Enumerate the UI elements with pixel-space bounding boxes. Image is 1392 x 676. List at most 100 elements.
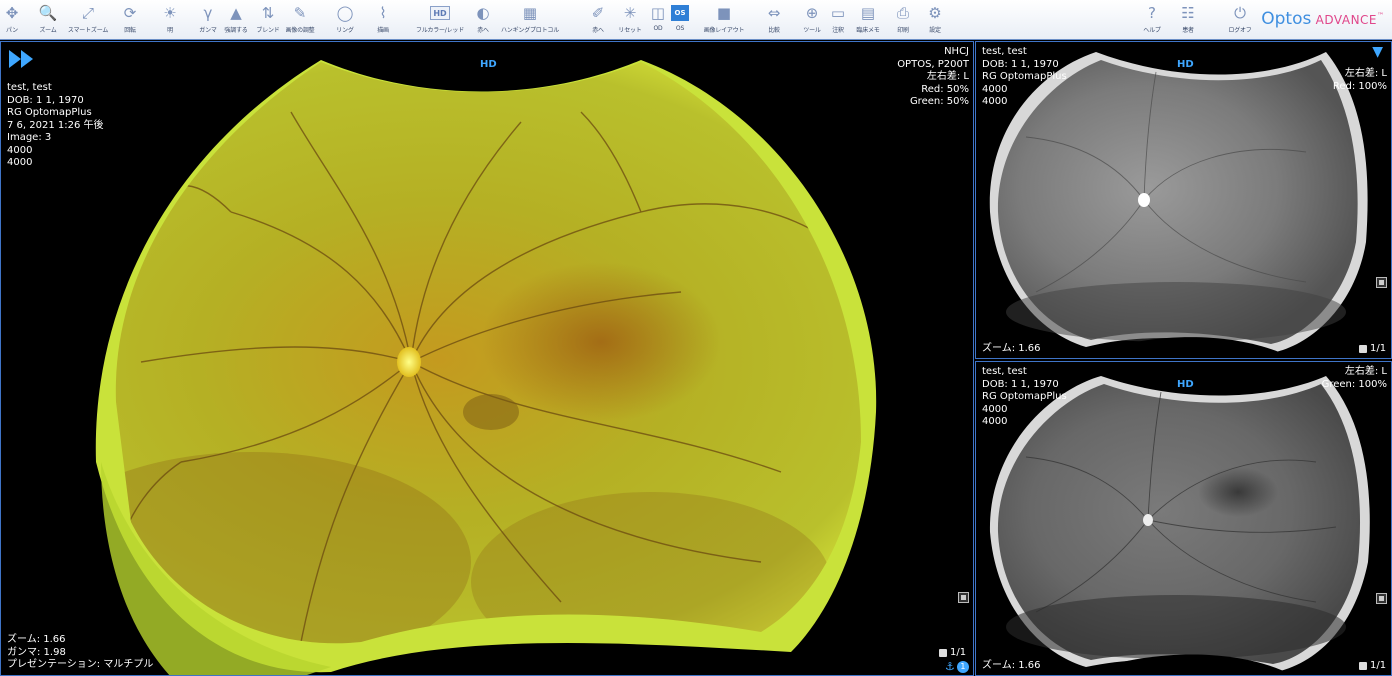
to-red-button[interactable]: ◐ 赤へ (465, 3, 501, 37)
annotate-icon: ▭ (830, 4, 846, 22)
image-options-icon[interactable] (1376, 277, 1387, 288)
pan-button[interactable]: ✥ パン (0, 3, 30, 37)
toolbar-button-label: ズーム (39, 27, 57, 34)
reset-icon: ✳ (623, 4, 637, 22)
rotate-icon: ⟳ (123, 4, 137, 22)
main-image-viewport[interactable]: HD test, test DOB: 1 1, 1970 RG OptomapPlu… (0, 41, 974, 676)
toolbar-button-label: フルカラー/レッド (415, 27, 465, 34)
hd-indicator: HD (480, 59, 497, 70)
info-line: 4000 (7, 144, 33, 156)
pan-icon: ✥ (5, 4, 19, 22)
green-channel-viewport[interactable]: HD test, test DOB: 1 1, 1970 RG OptomapPlu… (975, 361, 1392, 676)
image-info: NHCJ OPTOS, P200T 左右差: L Red: 50% Green: 50% (897, 46, 969, 109)
compare-button[interactable]: ⇔ 比較 (756, 3, 792, 37)
hanging-protocol-icon: ▦ (522, 4, 538, 22)
page-icon (1359, 661, 1367, 670)
info-line: test, test (982, 46, 1027, 57)
toolbar-button-label: 注釈 (832, 27, 844, 34)
help-button[interactable]: ? ヘルプ (1134, 3, 1170, 37)
adjust-button[interactable]: ✎ 画像の調整 (282, 3, 318, 37)
image-info: 左右差: L Green: 100% (1322, 366, 1387, 391)
info-line: 左右差: L (1344, 366, 1387, 377)
info-line: RG OptomapPlus (982, 391, 1067, 402)
toolbar-button-label: 描画 (377, 27, 389, 34)
toolbar-button-label: ブレンド (256, 27, 280, 34)
brightness-button[interactable]: ☀ 明 (152, 3, 188, 37)
toolbar-button-label: パン (6, 27, 18, 34)
info-line: 左右差: L (1344, 68, 1387, 79)
info-line: プレゼンテーション: マルチプル (7, 659, 154, 670)
info-line: 7 6, 2021 1:26 午後 (7, 119, 104, 131)
layout-button[interactable]: ■ 画像レイアウト (703, 3, 745, 37)
toolbar-button-label: リセット (618, 27, 642, 34)
next-image-icon[interactable] (9, 50, 35, 68)
print-button[interactable]: ⎙ 印刷 (885, 3, 921, 37)
patient-info: test, test DOB: 1 1, 1970 RG OptomapPlus 40… (982, 46, 1067, 109)
toolbar-button-label: 画像レイアウト (703, 27, 745, 34)
toolbar-button-label: OS (675, 25, 685, 32)
compare-icon: ⇔ (767, 4, 781, 22)
page-icon (939, 648, 947, 657)
page-indicator: 1/1 (1359, 343, 1386, 354)
info-line: DOB: 1 1, 1970 (7, 94, 84, 106)
info-line: Red: 50% (921, 83, 969, 95)
measure-icon: ✐ (591, 4, 605, 22)
brightness-icon: ☀ (163, 4, 177, 22)
info-line: 4000 (982, 403, 1008, 415)
patient-button[interactable]: ☷ 患者 (1170, 3, 1206, 37)
image-options-icon[interactable] (958, 592, 969, 603)
logoff-button[interactable]: ⏻ ログオフ (1222, 3, 1258, 37)
settings-icon: ⚙ (928, 4, 942, 22)
zoom-info: ズーム: 1.66 (982, 343, 1041, 354)
anchor-count-badge: 1 (956, 660, 969, 673)
patient-icon: ☷ (1181, 4, 1195, 22)
toolbar-button-label: 設定 (929, 27, 941, 34)
info-line: DOB: 1 1, 1970 (982, 58, 1059, 70)
layout-icon: ■ (716, 4, 732, 22)
os-button[interactable]: OS OS (662, 3, 698, 37)
info-line: DOB: 1 1, 1970 (982, 378, 1059, 390)
view-settings-info: ズーム: 1.66 ガンマ: 1.98 プレゼンテーション: マルチプル (7, 634, 153, 672)
info-line: NHCJ (944, 46, 969, 57)
zoom-button[interactable]: 🔍 ズーム (30, 3, 66, 37)
red-channel-viewport[interactable]: HD ▼ test, test DOB: 1 1, 1970 RG OptomapP… (975, 41, 1392, 359)
hd-button[interactable]: HD フルカラー/レッド (416, 3, 464, 37)
hd-icon: HD (429, 3, 451, 23)
measure-button[interactable]: ✐ 赤へ (580, 3, 616, 37)
toolbar-button-label: ヘルプ (1143, 27, 1161, 34)
info-line: Red: 100% (1332, 80, 1387, 92)
draw-button[interactable]: ⌇ 描画 (365, 3, 401, 37)
zoom-icon: 🔍 (38, 4, 58, 22)
info-line: Green: 100% (1321, 378, 1387, 390)
image-options-icon[interactable] (1376, 593, 1387, 604)
chevron-down-icon[interactable]: ▼ (1372, 44, 1383, 60)
toolbar-button-label: 印刷 (897, 27, 909, 34)
hd-badge: HD (430, 6, 450, 20)
toolbar-button-label: 臨床メモ (856, 27, 880, 34)
ring-button[interactable]: ◯ リング (327, 3, 363, 37)
draw-icon: ⌇ (379, 4, 387, 22)
anchor-button[interactable]: ⚓ 1 (945, 660, 969, 673)
enhance-button[interactable]: ▲ 強調する (218, 3, 254, 37)
toolbar-button-label: 明 (167, 27, 173, 34)
info-line: test, test (7, 82, 52, 93)
info-line: Green: 50% (909, 96, 969, 107)
info-line: RG OptomapPlus (982, 71, 1067, 82)
info-line: 4000 (7, 157, 33, 168)
smart-zoom-button[interactable]: ⤢ スマートズーム (68, 3, 108, 37)
clinical-note-button[interactable]: ▤ 臨床メモ (850, 3, 886, 37)
to-red-icon: ◐ (476, 4, 490, 22)
hd-indicator: HD (1177, 379, 1194, 390)
fundus-image-color[interactable] (1, 42, 974, 676)
brand-logo: Optos ADVANCE™ (1261, 9, 1384, 29)
rotate-button[interactable]: ⟳ 回転 (112, 3, 148, 37)
info-line: 4000 (982, 96, 1008, 107)
image-info: 左右差: L Red: 100% (1333, 68, 1387, 93)
hanging-protocol-button[interactable]: ▦ ハンギングプロトコル (501, 3, 559, 37)
settings-button[interactable]: ⚙ 設定 (917, 3, 953, 37)
blend-button[interactable]: ⇅ ブレンド (250, 3, 286, 37)
hd-indicator: HD (1177, 59, 1194, 70)
brand-sub: ADVANCE (1311, 13, 1377, 27)
logoff-icon: ⏻ (1234, 4, 1246, 22)
blend-icon: ⇅ (261, 4, 275, 22)
